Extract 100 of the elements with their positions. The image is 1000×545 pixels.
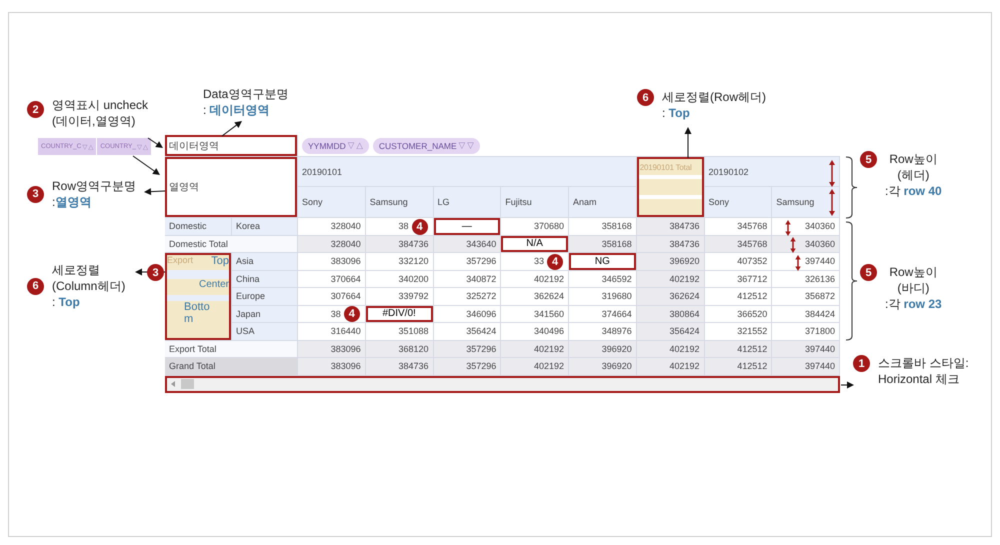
table-cell: 328040 [298,236,366,253]
table-cell: 356424 [636,323,704,340]
table-cell: N/A [501,236,569,253]
table-cell: 356872 [772,288,840,306]
table-cell: 340360 [772,236,840,253]
chip-label: YYMMDD [308,140,346,150]
table-cell: 340200 [366,270,434,288]
column-header: LG [434,187,502,218]
row-header: Korea [232,218,298,236]
number-badge: 3 [147,264,164,281]
table-cell: 340872 [434,270,502,288]
number-badge: 1 [853,355,870,372]
table-cell: 340360 [772,218,840,236]
table-cell: 351088 [366,323,434,340]
table-cell: 397440 [772,253,840,270]
table-cell: 307664 [298,288,366,306]
sort-icon[interactable]: ▽ [467,140,474,151]
table-cell: 384424 [772,306,840,323]
annotation-text: (데이터,열영역) [52,113,136,129]
table-cell: 371800 [772,323,840,340]
table-cell: 383096 [298,340,366,358]
annotation-text: : Top [52,294,81,310]
table-cell: 366520 [704,306,772,323]
table-cell: 402192 [636,340,704,358]
row-header: Europe [232,288,298,306]
table-cell: 340496 [501,323,569,340]
annotation-text: 세로정렬(Row헤더) [662,89,766,105]
arrow [132,156,160,175]
number-badge: 2 [27,101,44,118]
table-cell: 328040 [298,218,366,236]
row-header: USA [232,323,298,340]
table-cell: 370664 [298,270,366,288]
annotation-text: Row영역구분명 [52,178,136,194]
table-cell: 358168 [569,218,637,236]
field-chip[interactable]: CUSTOMER_NAME ▽ ▽ [372,138,480,154]
table-cell: 407352 [704,253,772,270]
sort-icon[interactable]: △ [356,140,363,151]
table-cell: 367712 [704,270,772,288]
table-cell: 396920 [569,340,637,358]
field-chip[interactable]: YYMMDD ▽ △ [302,138,369,154]
annotation-text: 영역표시 uncheck [52,97,148,113]
alignment-label: Center [198,279,229,291]
annotation-text: Row높이 [888,264,938,280]
header-label: 20190101 Total [638,159,702,175]
number-badge: 6 [637,89,654,106]
number-badge: 5 [860,151,877,168]
table-cell: 357296 [434,340,502,358]
column-header: 20190102 [704,157,840,187]
table-cell: 325272 [434,288,502,306]
table-cell: 319680 [569,288,637,306]
filter-icon[interactable]: ▽ [458,140,466,151]
table-cell: 380864 [636,306,704,323]
table-cell: 368120 [366,340,434,358]
table-cell: 362624 [636,288,704,306]
arrow [144,188,166,196]
table-cell: 412512 [704,358,772,376]
table-cell: 362624 [501,288,569,306]
arrow [135,268,166,276]
alignment-label: Bottom [184,301,211,325]
table-cell: 345768 [704,218,772,236]
scroll-left-icon[interactable] [171,381,175,387]
table-cell: 357296 [434,358,502,376]
data-area-label: 데이터영역 [165,135,298,157]
table-cell: 412512 [704,340,772,358]
table-cell: 343640 [434,236,502,253]
annotation-text: (바디) [896,280,930,296]
table-cell: 402192 [501,340,569,358]
column-header: Sony [704,187,772,218]
table-cell: 374664 [569,306,637,323]
table-cell: 396920 [636,253,704,270]
row-header: China [232,270,298,288]
table-cell: 339792 [366,288,434,306]
column-header: Sony [298,187,366,218]
alignment-label: Top [211,255,229,267]
table-cell: 370680 [501,218,569,236]
table-cell: 384736 [366,358,434,376]
annotation-text: : Top [662,105,691,121]
bracket [846,156,858,218]
row-header: Domestic Total [165,236,298,253]
scrollbar-thumb[interactable] [181,379,194,389]
table-cell: 348976 [569,323,637,340]
table-cell: #DIV/0! [366,306,434,323]
annotation-text: Row높이 [888,151,938,167]
filter-icon[interactable]: ▽ [348,140,354,151]
arrow [684,127,692,158]
double-arrow-icon [795,255,801,271]
chip-label: CUSTOMER_NAME [378,140,457,150]
table-cell: 357296 [434,253,502,270]
table-cell: 402192 [636,358,704,376]
table-cell: NG [569,253,637,270]
table-cell: 383096 [298,253,366,270]
annotation-text: : 데이터영역 [203,102,271,118]
annotation-text: Horizontal 체크 [878,371,960,387]
row-header: Japan [232,306,298,323]
row-header: Grand Total [165,358,298,376]
annotation-text: (Column헤더) [52,278,126,294]
table-cell: 384736 [636,218,704,236]
table-cell: 397440 [772,340,840,358]
table-cell: 383096 [298,358,366,376]
arrow [222,121,242,136]
